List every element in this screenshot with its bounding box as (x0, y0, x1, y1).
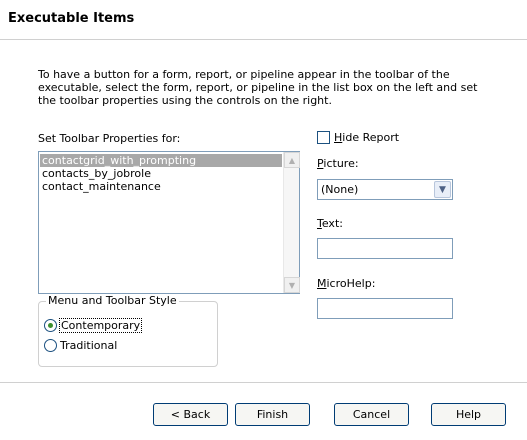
radio-contemporary[interactable]: Contemporary (44, 318, 143, 333)
scroll-down-button[interactable]: ▼ (284, 277, 300, 293)
text-label: Text: (317, 217, 343, 230)
hide-report-label: Hide Report (334, 131, 400, 144)
cancel-button[interactable]: Cancel (334, 403, 409, 426)
checkbox-box[interactable] (317, 131, 330, 144)
list-items: contactgrid_with_prompting contacts_by_jo… (40, 154, 282, 193)
radio-label: Traditional (60, 339, 118, 352)
microhelp-label: MicroHelp: (317, 277, 376, 290)
dialog-body: To have a button for a form, report, or … (0, 41, 527, 440)
window-title: Executable Items (8, 11, 135, 26)
picture-dropdown[interactable]: (None) ▼ (317, 179, 453, 200)
picture-value: (None) (321, 183, 359, 196)
chevron-up-icon: ▲ (288, 155, 296, 165)
dropdown-button[interactable]: ▼ (434, 181, 451, 198)
instructions-text: To have a button for a form, report, or … (38, 68, 478, 107)
list-item[interactable]: contacts_by_jobrole (40, 167, 282, 180)
list-item[interactable]: contactgrid_with_prompting (40, 154, 282, 167)
chevron-down-icon: ▼ (288, 280, 296, 290)
report-listbox[interactable]: contactgrid_with_prompting contacts_by_jo… (38, 151, 300, 294)
radio-button[interactable] (44, 319, 57, 332)
finish-button[interactable]: Finish (235, 403, 310, 426)
list-item[interactable]: contact_maintenance (40, 180, 282, 193)
radio-button[interactable] (44, 339, 57, 352)
menu-toolbar-style-group: Menu and Toolbar Style Contemporary Trad… (38, 294, 218, 367)
microhelp-input[interactable] (317, 298, 453, 319)
chevron-down-icon: ▼ (439, 184, 446, 195)
hide-report-checkbox[interactable]: Hide Report (317, 131, 399, 144)
list-label: Set Toolbar Properties for: (38, 132, 181, 145)
scroll-up-button[interactable]: ▲ (284, 152, 300, 168)
text-input[interactable] (317, 238, 453, 259)
radio-label: Contemporary (58, 318, 143, 333)
vertical-scrollbar[interactable]: ▲ ▼ (283, 152, 300, 293)
group-legend: Menu and Toolbar Style (46, 294, 179, 307)
picture-label: Picture: (317, 157, 359, 170)
help-button[interactable]: Help (431, 403, 506, 426)
radio-traditional[interactable]: Traditional (44, 339, 117, 352)
back-button[interactable]: < Back (153, 403, 228, 426)
title-bar: Executable Items (0, 0, 527, 40)
separator (0, 382, 527, 383)
